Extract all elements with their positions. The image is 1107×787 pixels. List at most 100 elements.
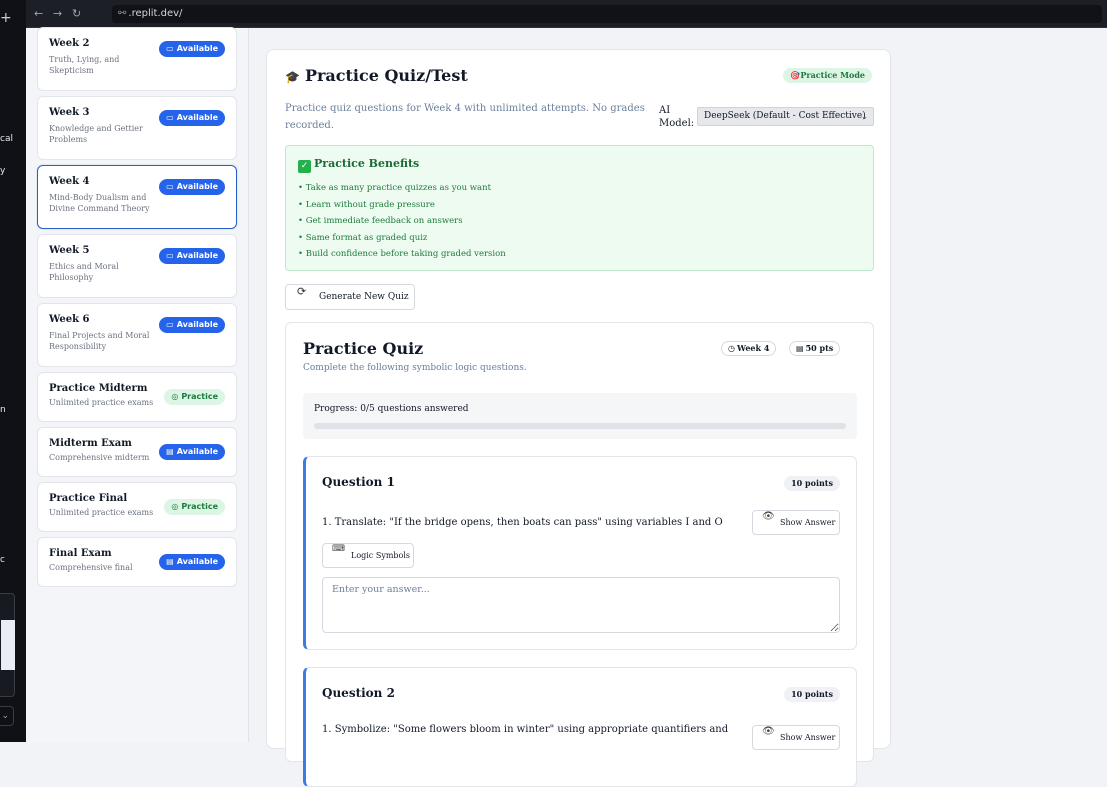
week-card-subtitle: Comprehensive final	[49, 563, 133, 572]
sidebar-text-fragment: c	[0, 555, 5, 565]
week-card-title: Week 6	[49, 314, 90, 325]
book-icon: ▭	[166, 113, 174, 122]
week-card[interactable]: Midterm Exam Comprehensive midterm ▤ Availa…	[37, 427, 237, 477]
badge-label: Practice	[181, 502, 218, 511]
available-badge: ▭ Available	[159, 179, 225, 195]
show-answer-button[interactable]: 👁 Show Answer	[752, 510, 840, 535]
quiz-title: Practice Quiz	[303, 339, 424, 358]
ai-model-select[interactable]: DeepSeek (Default - Cost Effective) ⌄	[697, 107, 874, 126]
week-card[interactable]: Week 3 Knowledge and Gettier Problems ▭ Ava…	[37, 96, 237, 160]
practice-badge: ◎ Practice	[164, 389, 225, 405]
week-card-subtitle: Knowledge and Gettier Problems	[49, 124, 143, 144]
available-badge: ▤ Available	[159, 554, 225, 570]
benefit-item: • Get immediate feedback on answers	[298, 216, 463, 226]
forward-icon[interactable]: →	[53, 7, 62, 20]
question-points: 10 points	[784, 476, 840, 491]
ai-model-selected-value: DeepSeek (Default - Cost Effective)	[704, 111, 866, 121]
week-card-title: Practice Final	[49, 493, 128, 504]
generate-new-quiz-button[interactable]: ⟳ Generate New Quiz	[285, 284, 415, 310]
week-card-title: Final Exam	[49, 548, 112, 559]
week-card[interactable]: Practice Final Unlimited practice exams ◎ P…	[37, 482, 237, 532]
benefit-item: • Same format as graded quiz	[298, 232, 428, 243]
badge-label: Available	[176, 113, 218, 122]
eye-icon: 👁	[762, 511, 775, 522]
week-card-subtitle: Ethics and Moral Philosophy	[49, 262, 119, 282]
week-card-subtitle: Unlimited practice exams	[49, 508, 154, 517]
week-card[interactable]: Week 4 Mind-Body Dualism and Divine Comma…	[37, 165, 237, 229]
logic-symbols-label: Logic Symbols	[351, 551, 411, 560]
week-card-subtitle: Unlimited practice exams	[49, 398, 154, 407]
show-answer-button[interactable]: 👁 Show Answer	[752, 725, 840, 750]
week-card-subtitle: Final Projects and Moral Responsibility	[49, 331, 150, 351]
week-card-title: Week 3	[49, 107, 90, 118]
benefits-heading: ✓ Practice Benefits	[298, 157, 419, 173]
document-icon: ▤	[796, 344, 804, 353]
question-title: Question 2	[322, 686, 395, 700]
week-card[interactable]: Week 5 Ethics and Moral Philosophy ▭ Availa…	[37, 234, 237, 298]
benefit-item: • Learn without grade pressure	[298, 199, 435, 210]
week-card[interactable]: Week 2 Truth, Lying, and Skepticism ▭ Avail…	[37, 27, 237, 91]
badge-label: Available	[176, 251, 218, 260]
week-card[interactable]: Practice Midterm Unlimited practice exams…	[37, 372, 237, 422]
week-card-subtitle: Mind-Body Dualism and Divine Command The…	[49, 193, 150, 213]
preview-thumbnail[interactable]	[0, 593, 15, 697]
week-card[interactable]: Week 6 Final Projects and Moral Responsib…	[37, 303, 237, 367]
available-badge: ▭ Available	[159, 110, 225, 126]
question-title: Question 1	[322, 475, 395, 489]
graduation-cap-icon: 🎓	[285, 70, 300, 84]
answer-input[interactable]	[322, 577, 840, 633]
benefits-title: Practice Benefits	[314, 157, 420, 170]
book-icon: ▭	[166, 44, 174, 53]
show-answer-label: Show Answer	[780, 518, 836, 527]
logic-symbols-button[interactable]: ⌨ Logic Symbols	[322, 543, 414, 568]
available-badge: ▭ Available	[159, 41, 225, 57]
page-description: Practice quiz questions for Week 4 with …	[285, 103, 645, 131]
practice-mode-badge: 🎯Practice Mode	[783, 68, 872, 83]
question-text: 1. Translate: "If the bridge opens, then…	[322, 517, 723, 528]
page-title: 🎓 Practice Quiz/Test	[285, 66, 468, 85]
week-card-subtitle: Comprehensive midterm	[49, 453, 150, 462]
week-card-title: Week 5	[49, 245, 90, 256]
progress-label: Progress: 0/5 questions answered	[314, 404, 469, 414]
left-app-sidebar: + cal y n c ⌄	[0, 0, 26, 742]
page-title-text: Practice Quiz/Test	[304, 66, 468, 85]
clipboard-icon: ▤	[166, 447, 174, 456]
quiz-subtitle: Complete the following symbolic logic qu…	[303, 363, 527, 373]
badge-label: Practice	[181, 392, 218, 401]
quiz-card: Practice Quiz Complete the following sym…	[285, 322, 874, 787]
points-pill-label: 50 pts	[805, 343, 834, 353]
benefits-list: • Take as many practice quizzes as you w…	[298, 180, 506, 263]
week-pill-label: Week 4	[736, 343, 770, 353]
question-card: Question 2 10 points 1. Symbolize: "Some…	[303, 667, 857, 787]
page: Week 2 Truth, Lying, and Skepticism ▭ Avail…	[26, 27, 1107, 787]
week-card-title: Midterm Exam	[49, 438, 132, 449]
week-card[interactable]: Final Exam Comprehensive final ▤ Available	[37, 537, 237, 587]
week-pill: ◷ Week 4	[721, 341, 777, 356]
badge-label: Available	[176, 557, 218, 566]
sidebar-divider	[248, 28, 249, 742]
link-icon: ⚯	[118, 8, 127, 19]
back-icon[interactable]: ←	[34, 7, 43, 20]
sidebar-text-fragment: y	[0, 166, 6, 176]
available-badge: ▭ Available	[159, 248, 225, 264]
sidebar-text-fragment: cal	[0, 134, 13, 144]
ai-model-label: AI Model:	[659, 105, 695, 129]
book-icon: ▭	[166, 251, 174, 260]
available-badge: ▭ Available	[159, 317, 225, 333]
target-icon: ◎	[171, 502, 179, 511]
url-bar[interactable]: ⚯ .replit.dev/	[112, 5, 1102, 23]
practice-mode-label: Practice Mode	[800, 70, 865, 80]
book-icon: ▭	[166, 182, 174, 191]
badge-label: Available	[176, 320, 218, 329]
badge-label: Available	[176, 44, 218, 53]
badge-label: Available	[176, 447, 218, 456]
add-icon[interactable]: +	[0, 10, 12, 26]
target-icon: ◎	[171, 392, 179, 401]
badge-label: Available	[176, 182, 218, 191]
chevron-down-icon[interactable]: ⌄	[0, 706, 14, 726]
weeks-sidebar: Week 2 Truth, Lying, and Skepticism ▭ Avail…	[26, 27, 248, 742]
practice-quiz-panel: 🎓 Practice Quiz/Test 🎯Practice Mode Pract…	[266, 49, 891, 787]
reload-icon[interactable]: ↻	[72, 7, 81, 20]
benefit-item: • Take as many practice quizzes as you w…	[298, 183, 492, 193]
benefit-item: • Build confidence before taking graded …	[298, 249, 506, 259]
